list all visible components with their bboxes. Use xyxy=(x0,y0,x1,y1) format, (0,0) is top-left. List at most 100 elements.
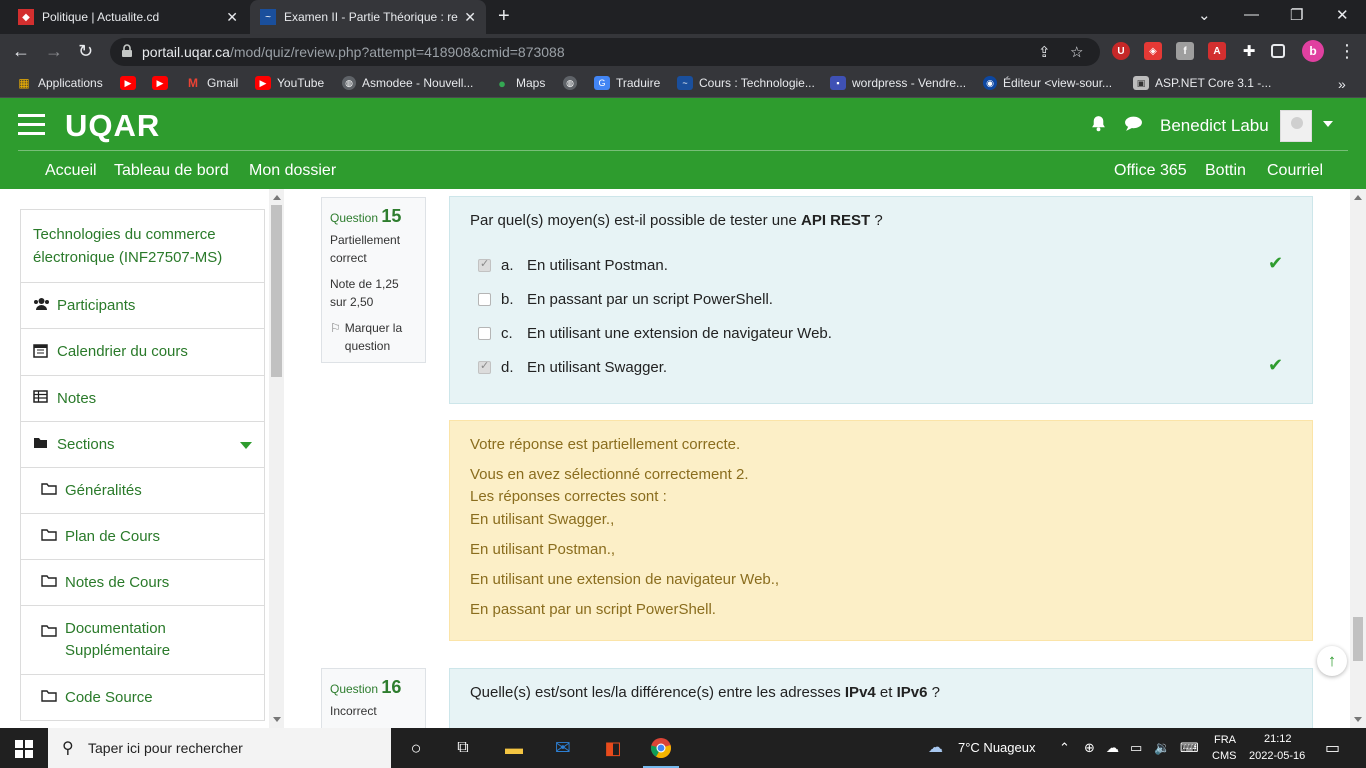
office-icon[interactable]: ◧ xyxy=(601,737,625,759)
answer-option-d[interactable]: d. En utilisant Swagger. xyxy=(478,359,667,376)
chrome-taskbar-icon[interactable] xyxy=(643,737,679,768)
bookmark-globe[interactable]: ◍ xyxy=(563,76,583,90)
scrollbar-thumb[interactable] xyxy=(1353,617,1363,661)
bookmark-youtube[interactable]: ▶ YouTube xyxy=(255,76,324,90)
windows-start-icon[interactable] xyxy=(15,740,33,758)
uqar-logo[interactable]: UQAR xyxy=(65,108,160,144)
side-panel-icon[interactable] xyxy=(1271,44,1285,58)
tray-device-icon[interactable]: ⊕ xyxy=(1084,740,1095,756)
menu-accueil[interactable]: Accueil xyxy=(45,162,97,180)
drawer-item-calendrier[interactable]: Calendrier du cours xyxy=(21,329,264,376)
user-menu-caret-icon[interactable] xyxy=(1323,121,1333,127)
share-icon[interactable]: ⇪ xyxy=(1038,43,1051,61)
drawer-item-notes[interactable]: Notes xyxy=(21,376,264,422)
mcafee-extension-icon[interactable]: ◈ xyxy=(1144,42,1162,60)
drawer-scrollbar[interactable] xyxy=(269,189,284,728)
close-window-icon[interactable]: ✕ xyxy=(1336,6,1349,24)
flag-question-link[interactable]: ⚐ Marquer la question xyxy=(330,319,417,355)
weather-cloud-icon[interactable]: ☁ xyxy=(928,738,943,756)
taskbar-search-box[interactable]: ⚲ Taper ici pour rechercher xyxy=(48,728,391,768)
tab-examen[interactable]: ~ Examen II - Partie Théorique : relectu… xyxy=(250,0,486,34)
back-arrow-icon[interactable]: ← xyxy=(12,41,30,62)
menu-office-365[interactable]: Office 365 xyxy=(1114,162,1187,180)
answer-checkbox[interactable] xyxy=(478,327,491,340)
cortana-circle-icon[interactable]: ○ xyxy=(404,737,428,759)
drawer-item-participants[interactable]: Participants xyxy=(21,283,264,329)
drawer-section-notes-de-cours[interactable]: Notes de Cours xyxy=(21,560,264,606)
notification-center-icon[interactable]: ▭ xyxy=(1325,738,1340,758)
restore-icon[interactable]: ❐ xyxy=(1290,6,1303,24)
answer-checkbox[interactable] xyxy=(478,293,491,306)
clock-date[interactable]: 2022-05-16 xyxy=(1249,750,1305,762)
menu-courriel[interactable]: Courriel xyxy=(1267,162,1323,180)
answer-checkbox[interactable] xyxy=(478,359,491,374)
scroll-down-arrow-icon[interactable] xyxy=(273,717,281,722)
tab-search-chevron-icon[interactable]: ⌄ xyxy=(1198,6,1211,24)
user-name[interactable]: Benedict Labu xyxy=(1160,116,1269,136)
drawer-section-generalites[interactable]: Généralités xyxy=(21,468,264,514)
facebook-extension-icon[interactable]: f xyxy=(1176,42,1194,60)
back-to-top-arrow-icon[interactable]: ↑ xyxy=(1317,646,1347,676)
battery-icon[interactable]: ▭ xyxy=(1130,740,1142,756)
task-view-icon[interactable]: ⧉ xyxy=(451,737,475,759)
bookmark-gmail[interactable]: M Gmail xyxy=(185,76,238,90)
menu-bottin[interactable]: Bottin xyxy=(1205,162,1246,180)
drawer-item-sections[interactable]: Sections xyxy=(21,422,264,468)
drawer-section-code-source[interactable]: Code Source xyxy=(21,675,264,721)
ublock-extension-icon[interactable]: U xyxy=(1112,42,1130,60)
drawer-course-link[interactable]: Technologies du commerce électronique (I… xyxy=(21,210,264,283)
bookmark-youtube-a[interactable]: ▶ xyxy=(120,76,142,90)
scroll-up-arrow-icon[interactable] xyxy=(1354,195,1362,200)
bookmark-traduire[interactable]: G Traduire xyxy=(594,76,660,90)
bookmark-maps[interactable]: ● Maps xyxy=(494,76,545,91)
language-layout[interactable]: CMS xyxy=(1212,750,1236,762)
drawer-section-documentation[interactable]: Documentation Supplémentaire xyxy=(21,606,264,675)
scrollbar-thumb[interactable] xyxy=(271,205,282,377)
browser-menu-icon[interactable]: ⋮ xyxy=(1338,41,1356,62)
answer-option-a[interactable]: a. En utilisant Postman. xyxy=(478,257,668,274)
volume-icon[interactable]: 🔉 xyxy=(1154,740,1170,756)
answer-option-c[interactable]: c. En utilisant une extension de navigat… xyxy=(478,325,832,342)
weather-text[interactable]: 7°C Nuageux xyxy=(958,740,1035,755)
language-indicator[interactable]: FRA xyxy=(1214,734,1236,746)
scroll-up-arrow-icon[interactable] xyxy=(273,195,281,200)
bookmark-editeur[interactable]: ◉ Éditeur <view-sour... xyxy=(983,76,1112,90)
hamburger-menu-icon[interactable] xyxy=(18,114,45,136)
bookmark-applications[interactable]: ▦ Applications xyxy=(16,76,102,90)
bookmark-star-icon[interactable]: ☆ xyxy=(1070,43,1083,61)
bookmark-cours[interactable]: ~ Cours : Technologie... xyxy=(677,76,815,90)
answer-checkbox[interactable] xyxy=(478,257,491,272)
reload-icon[interactable]: ↻ xyxy=(78,41,93,62)
close-tab-icon[interactable]: ✕ xyxy=(226,9,238,26)
mail-icon[interactable]: ✉ xyxy=(551,737,575,759)
bookmarks-overflow-button[interactable]: » xyxy=(1338,76,1346,92)
url-omnibox[interactable]: portail.uqar.ca/mod/quiz/review.php?atte… xyxy=(110,38,1100,66)
expand-caret-icon[interactable] xyxy=(240,442,252,449)
keyboard-icon[interactable]: ⌨ xyxy=(1180,740,1199,756)
messages-chat-icon[interactable] xyxy=(1124,115,1143,137)
user-avatar[interactable] xyxy=(1280,110,1312,142)
notifications-bell-icon[interactable] xyxy=(1090,115,1107,137)
page-scrollbar[interactable] xyxy=(1350,189,1366,728)
tab-actualite[interactable]: ◆ Politique | Actualite.cd ✕ xyxy=(8,0,248,34)
file-explorer-icon[interactable]: ▬ xyxy=(502,737,526,759)
new-tab-button[interactable]: + xyxy=(498,5,510,28)
close-tab-icon[interactable]: ✕ xyxy=(464,9,476,26)
tray-chevron-up-icon[interactable]: ⌃ xyxy=(1059,740,1070,756)
bookmark-aspnet[interactable]: ▣ ASP.NET Core 3.1 -... xyxy=(1133,76,1271,90)
onedrive-icon[interactable]: ☁ xyxy=(1106,740,1119,756)
minimize-icon[interactable]: — xyxy=(1244,6,1259,23)
extensions-puzzle-icon[interactable]: ✚ xyxy=(1240,42,1258,60)
pdf-extension-icon[interactable]: A xyxy=(1208,42,1226,60)
menu-mon-dossier[interactable]: Mon dossier xyxy=(249,162,336,180)
clock-time[interactable]: 21:12 xyxy=(1264,733,1292,745)
scroll-down-arrow-icon[interactable] xyxy=(1354,717,1362,722)
bookmark-asmodee[interactable]: ◍ Asmodee - Nouvell... xyxy=(342,76,473,90)
menu-tableau-de-bord[interactable]: Tableau de bord xyxy=(114,162,229,180)
forward-arrow-icon[interactable]: → xyxy=(45,41,63,62)
bookmark-wordpress[interactable]: ▪ wordpress - Vendre... xyxy=(830,76,966,90)
drawer-section-plan-de-cours[interactable]: Plan de Cours xyxy=(21,514,264,560)
bookmark-youtube-b[interactable]: ▶ xyxy=(152,76,174,90)
answer-option-b[interactable]: b. En passant par un script PowerShell. xyxy=(478,291,773,308)
profile-avatar[interactable]: b xyxy=(1302,40,1324,62)
